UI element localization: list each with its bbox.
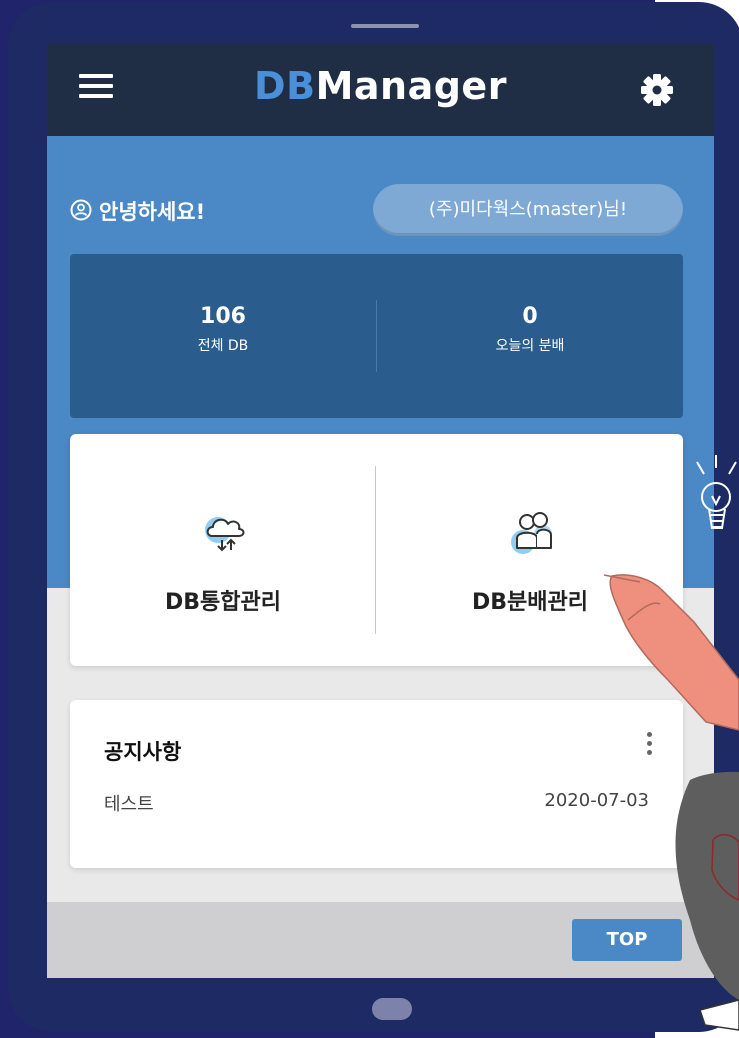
pointing-person-illustration (603, 455, 739, 1031)
lightbulb-icon (696, 455, 737, 529)
person-body (675, 771, 739, 1000)
pointing-hand (609, 574, 739, 731)
